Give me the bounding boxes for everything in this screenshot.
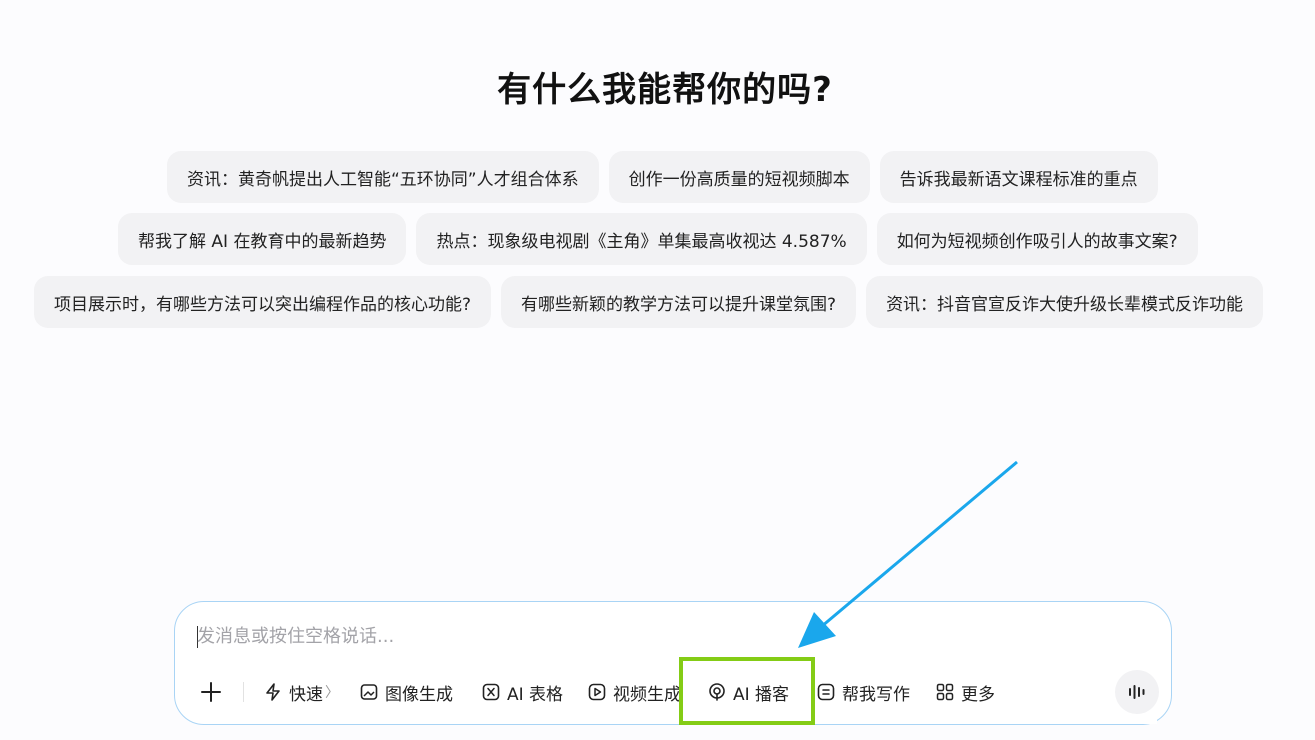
more-label: 更多 [961,684,995,705]
suggestion-chip[interactable]: 项目展示时，有哪些方法可以突出编程作品的核心功能? [34,276,492,328]
writing-assistant-label: 帮我写作 [842,684,910,705]
voice-wave-icon [1129,685,1145,699]
message-composer: 发消息或按住空格说话... 快速 〉 图像生成 AI 表格 视频生成 AI 播客… [174,601,1172,725]
chevron-right-icon: 〉 [325,685,339,701]
lightning-icon [266,683,280,701]
message-input[interactable]: 发消息或按住空格说话... [197,622,394,648]
suggestion-label: 资讯：黄奇帆提出人工智能“五环协同”人才组合体系 [187,169,579,190]
suggestion-label: 告诉我最新语文课程标准的重点 [899,169,1138,190]
suggestion-label: 如何为短视频创作吸引人的故事文案? [896,231,1178,252]
video-generation-label: 视频生成 [613,684,681,705]
writing-assistant-button[interactable]: 帮我写作 [816,672,910,712]
suggestion-label: 帮我了解 AI 在教育中的最新趋势 [138,231,387,252]
suggestion-chip[interactable]: 告诉我最新语文课程标准的重点 [879,151,1158,203]
page-title: 有什么我能帮你的吗? [497,70,833,110]
video-generation-button[interactable]: 视频生成 [587,672,681,712]
suggestion-chip[interactable]: 如何为短视频创作吸引人的故事文案? [876,213,1198,265]
highlight-box [679,657,815,725]
video-icon [588,683,606,701]
suggestion-label: 资讯：抖音官宣反诈大使升级长辈模式反诈功能 [886,294,1244,315]
image-icon [360,684,378,700]
quick-mode-label: 快速 [289,684,323,705]
ai-sheet-label: AI 表格 [507,684,564,705]
sheet-icon [482,683,500,701]
ai-sheet-button[interactable]: AI 表格 [481,672,563,712]
suggestion-chip[interactable]: 资讯：黄奇帆提出人工智能“五环协同”人才组合体系 [167,151,599,203]
image-generation-button[interactable]: 图像生成 [359,672,453,712]
document-icon [817,683,835,701]
suggestion-chip[interactable]: 创作一份高质量的短视频脚本 [608,151,870,203]
quick-mode-button[interactable]: 快速 〉 [263,672,339,712]
suggestion-row-3: 项目展示时，有哪些方法可以突出编程作品的核心功能? 有哪些新颖的教学方法可以提升… [34,276,1264,328]
suggestion-row-2: 帮我了解 AI 在教育中的最新趋势 热点：现象级电视剧《主角》单集最高收视达 4… [118,213,1198,265]
suggestion-chip[interactable]: 资讯：抖音官宣反诈大使升级长辈模式反诈功能 [866,276,1264,328]
grid-icon [936,683,954,701]
voice-input-button[interactable] [1115,670,1159,714]
suggestion-chip[interactable]: 帮我了解 AI 在教育中的最新趋势 [118,213,407,265]
more-button[interactable]: 更多 [935,672,995,712]
page: 有什么我能帮你的吗? 资讯：黄奇帆提出人工智能“五环协同”人才组合体系 创作一份… [0,0,1315,740]
toolbar-divider [243,682,244,702]
image-generation-label: 图像生成 [385,684,453,705]
suggestion-chip[interactable]: 有哪些新颖的教学方法可以提升课堂氛围? [501,276,857,328]
suggestion-chip[interactable]: 热点：现象级电视剧《主角》单集最高收视达 4.587% [416,213,867,265]
suggestion-label: 有哪些新颖的教学方法可以提升课堂氛围? [521,294,837,315]
suggestion-row-1: 资讯：黄奇帆提出人工智能“五环协同”人才组合体系 创作一份高质量的短视频脚本 告… [167,151,1158,203]
composer-toolbar: 快速 〉 图像生成 AI 表格 视频生成 AI 播客 帮我写作 更多 [175,614,1171,724]
suggestion-label: 热点：现象级电视剧《主角》单集最高收视达 4.587% [436,231,847,252]
plus-icon[interactable] [197,678,225,706]
suggestion-label: 项目展示时，有哪些方法可以突出编程作品的核心功能? [54,294,472,315]
suggestion-label: 创作一份高质量的短视频脚本 [628,169,850,190]
